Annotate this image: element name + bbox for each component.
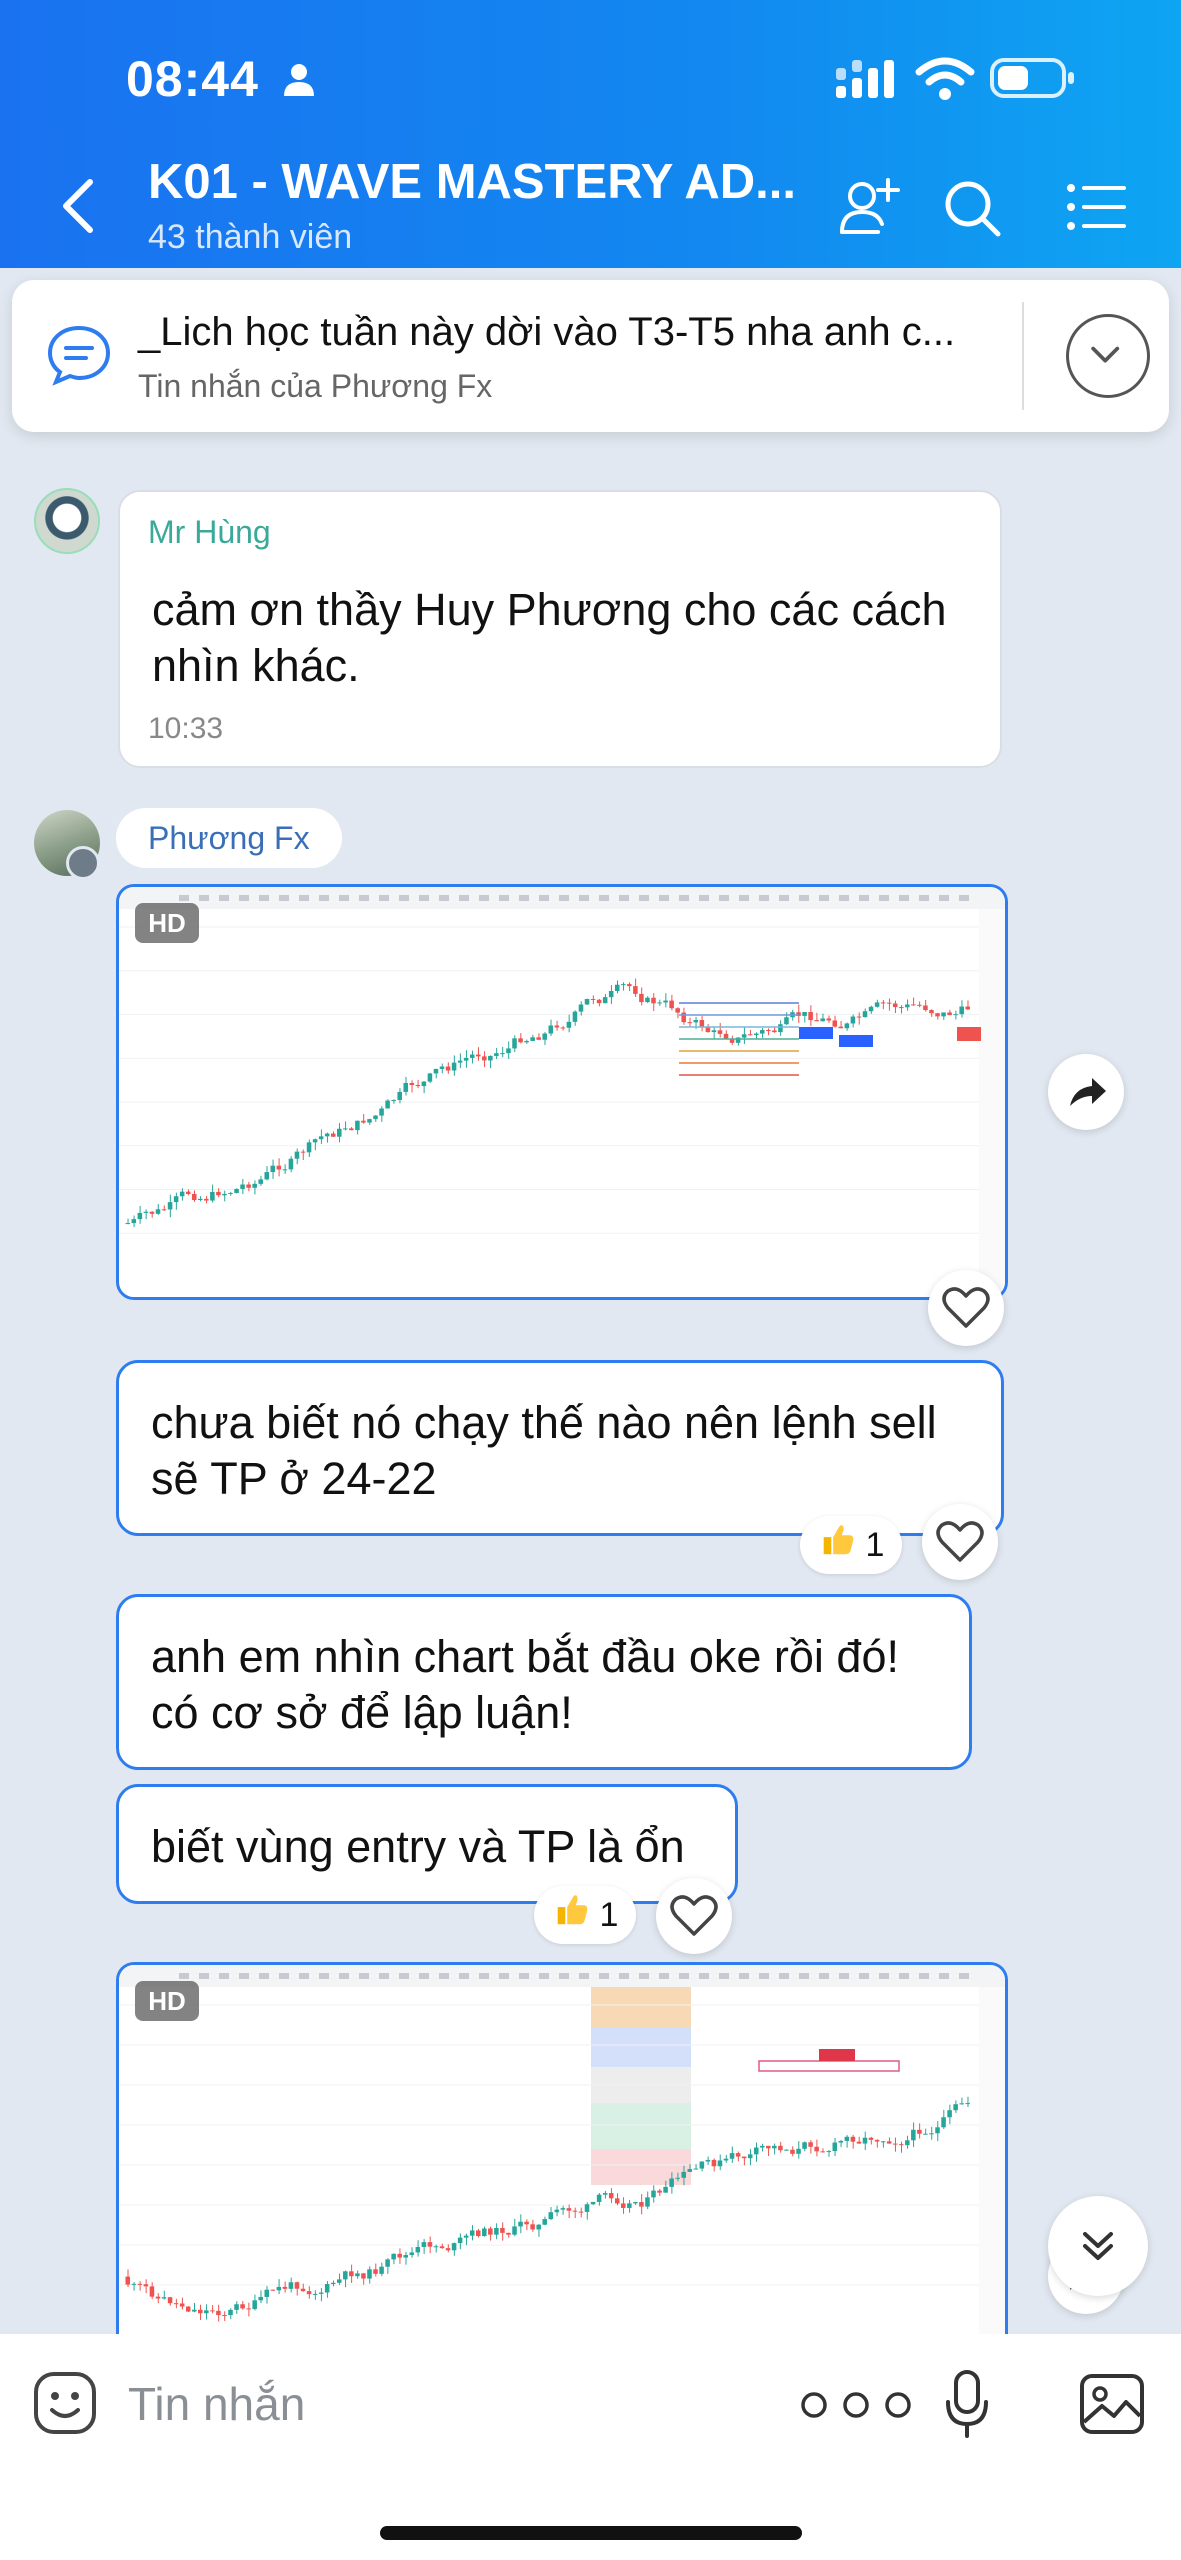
chart-image[interactable]: HD — [116, 1962, 1008, 2342]
wifi-icon — [915, 57, 975, 100]
hd-badge: HD — [135, 1981, 199, 2021]
key-badge-icon — [66, 846, 100, 880]
pin-icon — [47, 325, 111, 386]
share-icon — [1070, 1078, 1106, 1106]
status-time: 08:44 — [126, 51, 259, 107]
signal-icon — [836, 60, 894, 98]
heart-icon — [670, 1895, 718, 1936]
message-input[interactable] — [128, 2364, 728, 2444]
avatar[interactable] — [34, 488, 100, 554]
chart-thumbnail — [119, 1965, 1005, 2342]
pinned-message[interactable]: _Lich học tuần này dời vào T3-T5 nha anh… — [12, 280, 1169, 432]
more-icon[interactable] — [796, 2390, 916, 2420]
chevron-down-icon — [1091, 346, 1120, 363]
message-text: biết vùng entry và TP là ổn — [151, 1821, 685, 1872]
message-bubble[interactable]: biết vùng entry và TP là ổn — [116, 1784, 738, 1904]
like-button[interactable] — [656, 1878, 732, 1954]
chart-image[interactable]: HD — [116, 884, 1008, 1300]
reaction-count: 1 — [599, 1896, 619, 1934]
share-button[interactable] — [1048, 1054, 1124, 1130]
like-button[interactable] — [928, 1270, 1004, 1346]
battery-icon — [990, 58, 1074, 98]
pinned-sub: Tin nhắn của Phương Fx — [138, 368, 493, 404]
sender-name[interactable]: Mr Hùng — [148, 514, 271, 551]
person-icon — [284, 64, 314, 96]
mic-icon[interactable] — [944, 2368, 990, 2440]
reaction-count: 1 — [865, 1526, 885, 1564]
hd-badge: HD — [135, 903, 199, 943]
double-chevron-down-icon — [1083, 2232, 1113, 2260]
heart-icon — [936, 1521, 984, 1562]
sender-name[interactable]: Phương Fx — [116, 808, 342, 868]
thumbs-up-icon — [818, 1518, 856, 1576]
pinned-expand-button[interactable] — [1066, 314, 1150, 398]
reaction-badge[interactable]: 1 — [534, 1886, 637, 1946]
pinned-text: _Lich học tuần này dời vào T3-T5 nha anh… — [138, 310, 956, 354]
chat-header: 08:44 K01 - WAVE MASTERY AD... 43 thành … — [0, 0, 1181, 268]
thumbs-up-icon — [552, 1888, 590, 1946]
message-time: 10:33 — [148, 712, 224, 745]
message-text: anh em nhìn chart bắt đầu oke rồi đó! có… — [151, 1631, 899, 1738]
chat-title[interactable]: K01 - WAVE MASTERY AD... — [148, 154, 796, 210]
like-button[interactable] — [922, 1504, 998, 1580]
search-icon[interactable] — [942, 178, 1002, 238]
divider — [1022, 302, 1024, 410]
member-count[interactable]: 43 thành viên — [148, 218, 352, 257]
message-text: cảm ơn thầy Huy Phương cho các cách nhìn… — [152, 584, 947, 691]
heart-icon — [942, 1287, 990, 1328]
home-indicator — [380, 2526, 802, 2540]
message-text: chưa biết nó chạy thế nào nên lệnh sell … — [151, 1397, 937, 1504]
message-bubble[interactable]: anh em nhìn chart bắt đầu oke rồi đó! có… — [116, 1594, 972, 1770]
gallery-icon[interactable] — [1078, 2372, 1146, 2436]
reaction-badge[interactable]: 1 — [800, 1516, 903, 1576]
message-bubble[interactable]: chưa biết nó chạy thế nào nên lệnh sell … — [116, 1360, 1004, 1536]
menu-icon[interactable] — [1066, 182, 1128, 232]
back-icon[interactable] — [56, 176, 100, 236]
chart-thumbnail — [119, 887, 1005, 1297]
add-member-icon[interactable] — [838, 176, 900, 238]
message-composer — [0, 2334, 1181, 2560]
emoji-icon[interactable] — [32, 2370, 98, 2436]
scroll-to-bottom-button[interactable] — [1048, 2196, 1148, 2296]
